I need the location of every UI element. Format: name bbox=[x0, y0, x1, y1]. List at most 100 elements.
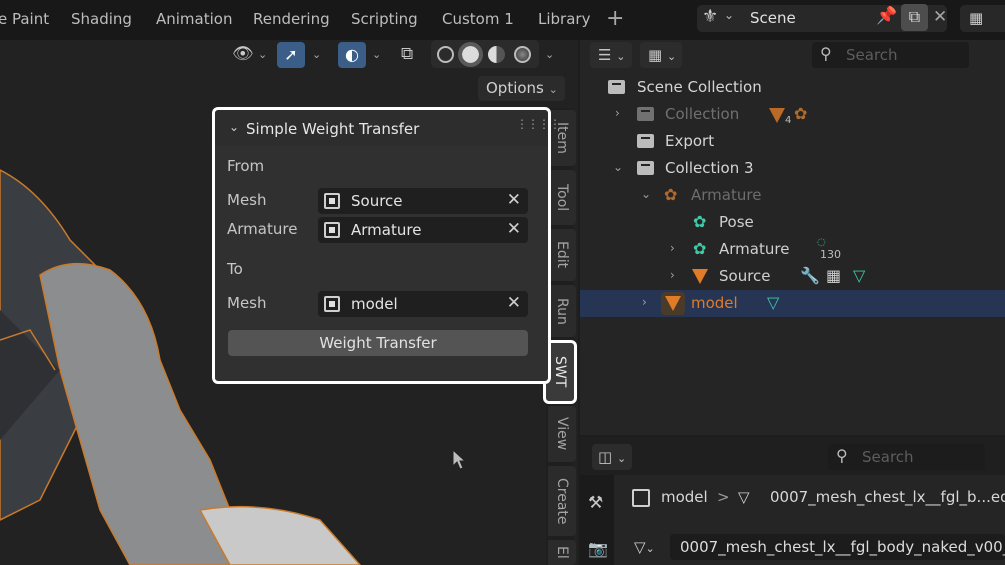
solid-shading-icon[interactable] bbox=[458, 42, 483, 67]
tool-icon[interactable]: ⚒ bbox=[588, 493, 603, 513]
outliner-row-source[interactable]: › Source 🔧 ▦ ▽ bbox=[580, 263, 1005, 290]
mesh-data-icon[interactable]: ▽ bbox=[767, 293, 779, 312]
tab-view[interactable]: View bbox=[548, 406, 576, 462]
simple-weight-transfer-panel: ⌄ Simple Weight Transfer ⋮⋮⋮⋮ From Mesh … bbox=[212, 107, 561, 384]
chevron-down-icon[interactable]: ⌄ bbox=[545, 48, 554, 61]
tab-run[interactable]: Run bbox=[548, 285, 576, 337]
to-mesh-field[interactable]: model ✕ bbox=[318, 291, 528, 317]
outliner-row-scene-collection[interactable]: Scene Collection bbox=[580, 74, 1005, 101]
to-mesh-label: Mesh bbox=[227, 294, 267, 312]
weight-transfer-button[interactable]: Weight Transfer bbox=[228, 330, 528, 356]
cursor-icon bbox=[452, 449, 467, 470]
mesh-browse-icon[interactable]: ▽⌄ bbox=[634, 538, 655, 556]
new-scene-icon[interactable]: ⧉ bbox=[901, 4, 928, 31]
render-icon[interactable]: 📷 bbox=[588, 539, 608, 558]
outliner-search[interactable]: ⚲ Search bbox=[812, 42, 969, 68]
tab-tool[interactable]: Tool bbox=[548, 170, 576, 225]
outliner-row-armature-object[interactable]: ⌄ ✿ Armature bbox=[580, 182, 1005, 209]
outliner-row-pose[interactable]: ✿ Pose bbox=[580, 209, 1005, 236]
close-icon[interactable]: ✕ bbox=[507, 190, 521, 210]
chevron-down-icon[interactable]: ⌄ bbox=[258, 48, 267, 61]
chevron-down-icon[interactable]: ⌄ bbox=[641, 187, 651, 201]
tab-animation[interactable]: Animation bbox=[156, 10, 232, 28]
chevron-right-icon[interactable]: › bbox=[615, 106, 620, 120]
wireframe-shading-icon[interactable] bbox=[437, 46, 454, 63]
material-shading-icon[interactable] bbox=[488, 46, 505, 63]
tab-scripting[interactable]: Scripting bbox=[351, 10, 418, 28]
outliner-row-export[interactable]: Export bbox=[580, 128, 1005, 155]
scene-icon[interactable]: ⚜ bbox=[702, 6, 718, 27]
gizmo-icon[interactable]: ➚ bbox=[277, 42, 305, 68]
mesh-icon bbox=[665, 296, 681, 311]
search-icon: ⚲ bbox=[820, 44, 832, 63]
mesh-icon bbox=[769, 108, 785, 123]
filter-icon[interactable]: ▦ ⌄ bbox=[640, 42, 682, 68]
overlay-icon[interactable]: ◐ bbox=[338, 42, 366, 68]
rendered-shading-icon[interactable] bbox=[514, 46, 531, 63]
chevron-right-icon[interactable]: › bbox=[670, 268, 675, 282]
from-armature-field[interactable]: Armature ✕ bbox=[318, 217, 528, 243]
armature-icon: ✿ bbox=[664, 185, 678, 204]
armature-icon: ✿ bbox=[794, 104, 808, 123]
outliner-row-collection[interactable]: › Collection 4 ✿ bbox=[580, 101, 1005, 128]
chevron-down-icon: ⌄ bbox=[666, 50, 677, 63]
bone-icon: ◌ bbox=[817, 237, 826, 248]
outliner-row-model[interactable]: › model ▽ bbox=[580, 290, 1005, 317]
object-icon bbox=[324, 296, 340, 312]
xray-icon[interactable]: ⧉ bbox=[401, 44, 413, 64]
close-icon[interactable]: ✕ bbox=[507, 219, 521, 239]
view-layer-icon[interactable]: ▦ bbox=[960, 5, 1005, 32]
wrench-icon[interactable]: 🔧 bbox=[800, 266, 820, 285]
chevron-right-icon[interactable]: › bbox=[670, 241, 675, 255]
close-icon[interactable]: ✕ bbox=[933, 7, 947, 27]
properties-search[interactable]: ⚲ Search bbox=[828, 444, 985, 470]
pin-icon[interactable]: 📌 bbox=[876, 6, 897, 26]
breadcrumb-separator: > bbox=[717, 488, 730, 506]
to-label: To bbox=[227, 260, 243, 278]
from-label: From bbox=[227, 157, 265, 175]
scene-name[interactable]: Scene bbox=[750, 9, 796, 27]
tab-create[interactable]: Create bbox=[548, 466, 576, 536]
outliner-row-collection-3[interactable]: ⌄ Collection 3 bbox=[580, 155, 1005, 182]
chevron-down-icon[interactable]: ⌄ bbox=[724, 8, 734, 22]
object-icon bbox=[632, 489, 650, 507]
options-button[interactable]: Options ⌄ bbox=[478, 76, 565, 101]
editor-type-icon[interactable]: ◫ ⌄ bbox=[592, 444, 632, 470]
mesh-datablock-field[interactable]: 0007_mesh_chest_lx__fgl_body_naked_v00_s… bbox=[670, 534, 1005, 560]
chevron-down-icon[interactable]: ⌄ bbox=[372, 48, 381, 61]
chevron-down-icon: ⌄ bbox=[616, 50, 626, 63]
chevron-down-icon[interactable]: ⌄ bbox=[312, 48, 321, 61]
armature-icon: ✿ bbox=[693, 239, 707, 258]
collection-icon bbox=[637, 134, 654, 148]
add-workspace-button[interactable]: + bbox=[606, 6, 624, 31]
mesh-data-icon[interactable]: ▽ bbox=[853, 266, 865, 285]
chevron-down-icon: ⌄ bbox=[548, 83, 558, 96]
search-icon: ⚲ bbox=[836, 446, 848, 465]
from-mesh-label: Mesh bbox=[227, 191, 267, 209]
tab-texture-paint[interactable]: e Paint bbox=[0, 10, 49, 28]
collection-icon bbox=[637, 107, 654, 121]
tab-rendering[interactable]: Rendering bbox=[253, 10, 330, 28]
tab-edit[interactable]: Edit bbox=[548, 229, 576, 281]
breadcrumb-object: model bbox=[661, 488, 708, 506]
panel-title: Simple Weight Transfer bbox=[246, 120, 420, 138]
tab-extra[interactable]: El bbox=[548, 540, 576, 565]
chevron-right-icon[interactable]: › bbox=[642, 295, 647, 309]
tab-custom-1[interactable]: Custom 1 bbox=[442, 10, 514, 28]
visibility-icon[interactable]: 👁 bbox=[232, 44, 254, 64]
panel-header[interactable]: ⌄ Simple Weight Transfer ⋮⋮⋮⋮ bbox=[215, 110, 561, 146]
collection-icon bbox=[637, 161, 654, 175]
vertex-groups-icon[interactable]: ▦ bbox=[826, 266, 841, 285]
close-icon[interactable]: ✕ bbox=[507, 293, 521, 313]
drag-handle-icon[interactable]: ⋮⋮⋮⋮ bbox=[516, 117, 561, 131]
chevron-down-icon[interactable]: ⌄ bbox=[229, 120, 239, 134]
outliner-row-armature-data[interactable]: › ✿ Armature ◌ 130 bbox=[580, 236, 1005, 263]
tab-shading[interactable]: Shading bbox=[71, 10, 132, 28]
chevron-down-icon[interactable]: ⌄ bbox=[613, 160, 623, 174]
from-mesh-field[interactable]: Source ✕ bbox=[318, 188, 528, 214]
tab-library[interactable]: Library bbox=[538, 10, 590, 28]
display-mode-icon[interactable]: ☰ ⌄ bbox=[590, 42, 632, 68]
breadcrumb-mesh: 0007_mesh_chest_lx__fgl_b...ed_v bbox=[770, 488, 1005, 506]
properties-tabs: ⚒ 📷 bbox=[580, 475, 614, 565]
mesh-icon bbox=[692, 269, 708, 284]
